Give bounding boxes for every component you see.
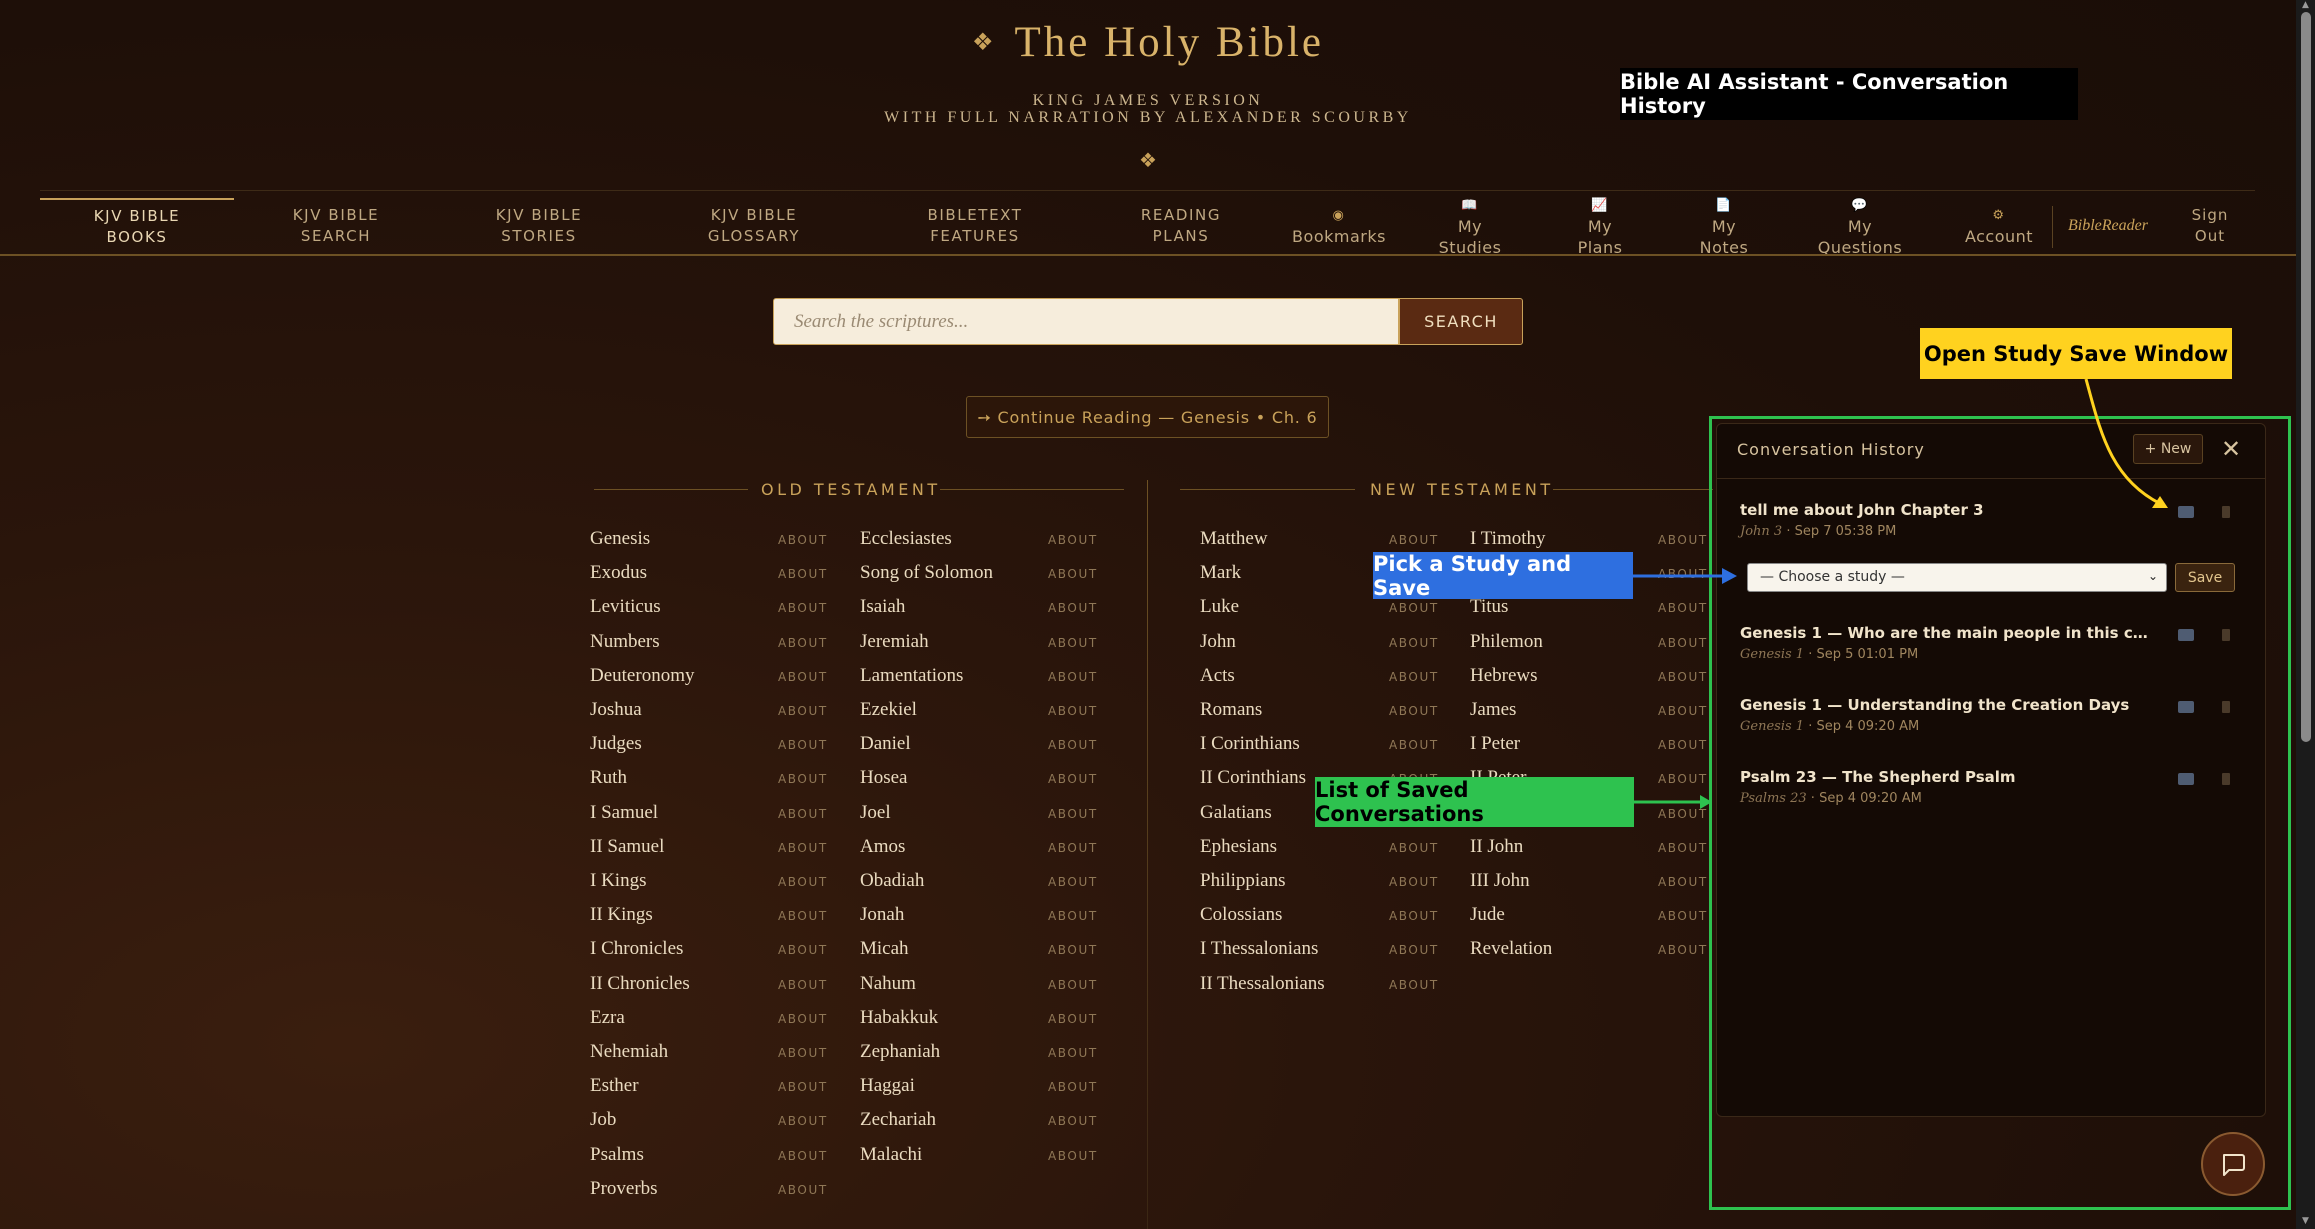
scroll-down-icon[interactable]: ▼ <box>2296 1216 2315 1228</box>
arrow-saved-list-head <box>1700 795 1712 809</box>
arrow-pick-study-head <box>1722 568 1737 584</box>
arrow-open-study <box>2084 378 2164 507</box>
annotation-arrows <box>1633 378 2168 809</box>
scrollbar-thumb[interactable] <box>2301 12 2311 742</box>
scroll-up-icon[interactable]: ▲ <box>2296 0 2315 12</box>
